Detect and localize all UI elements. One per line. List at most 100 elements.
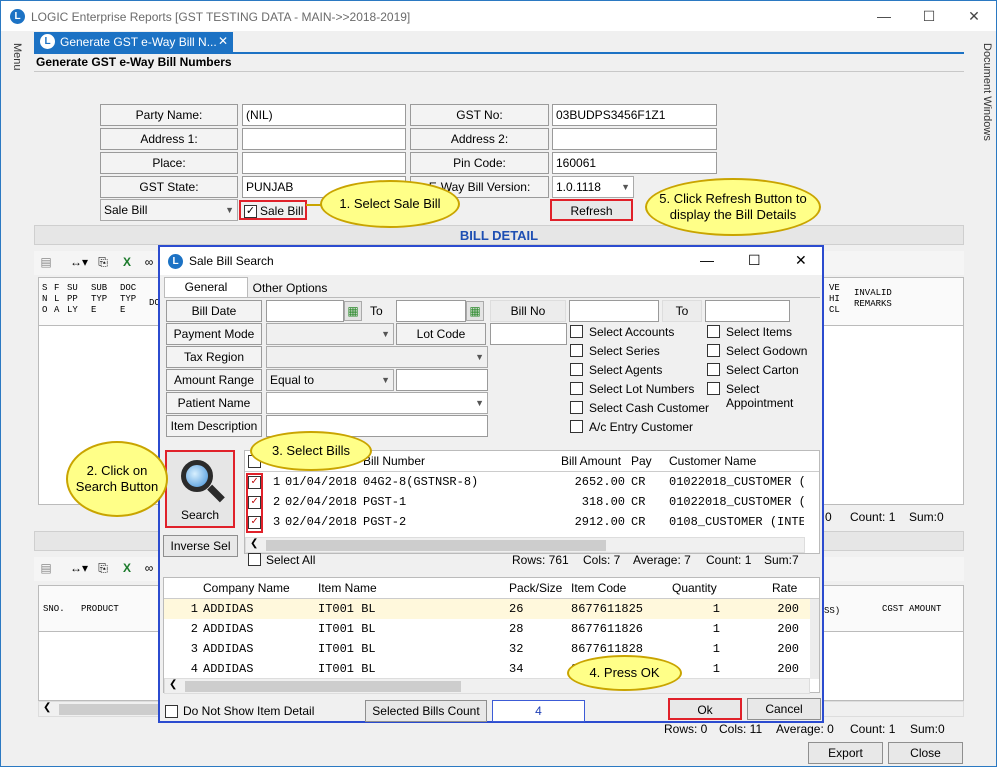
excel-icon[interactable]: X: [120, 255, 134, 269]
col-bill-amount[interactable]: Bill Amount: [561, 454, 621, 468]
cancel-button[interactable]: Cancel: [747, 698, 821, 720]
scroll-thumb[interactable]: [266, 540, 606, 551]
copy-icon[interactable]: ⎘: [96, 561, 110, 575]
col-item-code[interactable]: Item Code: [571, 581, 626, 595]
binoculars-icon[interactable]: ∞: [142, 255, 156, 269]
eway-version-select[interactable]: 1.0.1118 ▼: [552, 176, 634, 198]
col-ss[interactable]: SS): [824, 606, 840, 617]
column-width-icon[interactable]: ↔▾: [68, 561, 90, 575]
table-row[interactable]: 2 ADDIDAS IT001 BL 28 8677611826 1 200: [164, 619, 810, 639]
select-agents-checkbox[interactable]: [570, 363, 583, 376]
sale-bill-checkbox[interactable]: ✓: [244, 205, 257, 218]
table-row[interactable]: ✓ 2 02/04/2018 PGST-1 318.00 CR 01022018…: [245, 492, 819, 512]
scroll-left-icon[interactable]: ❮: [43, 702, 51, 713]
payment-mode-select[interactable]: ▼: [266, 323, 394, 345]
col-pack-size[interactable]: Pack/Size: [509, 581, 562, 595]
col-item-name[interactable]: Item Name: [318, 581, 377, 595]
bill-date-from[interactable]: [266, 300, 344, 322]
select-carton-checkbox[interactable]: [707, 363, 720, 376]
copy-icon[interactable]: ⎘: [96, 255, 110, 269]
search-button[interactable]: Search: [165, 450, 235, 528]
select-lot-numbers-checkbox[interactable]: [570, 382, 583, 395]
address1-field[interactable]: [242, 128, 406, 150]
col-cgst-amount[interactable]: CGST AMOUNT: [882, 604, 941, 615]
items-grid[interactable]: Company Name Item Name Pack/Size Item Co…: [163, 577, 820, 694]
col-vehicle[interactable]: VE HI CL: [829, 283, 840, 316]
lot-code-field[interactable]: [490, 323, 567, 345]
inverse-sel-button[interactable]: Inverse Sel: [163, 535, 238, 557]
tab-other-options[interactable]: Other Options: [251, 279, 329, 297]
close-button[interactable]: Close: [888, 742, 963, 764]
ac-entry-customer-checkbox[interactable]: [570, 420, 583, 433]
col-company-name[interactable]: Company Name: [203, 581, 290, 595]
col-fla[interactable]: F L A: [54, 283, 59, 316]
table-row[interactable]: 4 ADDIDAS IT001 BL 34 8677611830 1 200: [164, 659, 810, 679]
maximize-icon[interactable]: ☐: [919, 6, 939, 26]
scroll-left-icon[interactable]: ❮: [169, 679, 177, 690]
table-row[interactable]: ✓ 1 01/04/2018 04G2-8(GSTNSR-8) 2652.00 …: [245, 472, 819, 492]
scroll-left-icon[interactable]: ❮: [250, 538, 258, 549]
excel-icon[interactable]: X: [120, 561, 134, 575]
table-row[interactable]: ✓ 3 02/04/2018 PGST-2 2912.00 CR 0108_CU…: [245, 512, 819, 532]
column-width-icon[interactable]: ↔▾: [68, 255, 90, 269]
select-items-checkbox[interactable]: [707, 325, 720, 338]
select-godown-checkbox[interactable]: [707, 344, 720, 357]
select-cash-customer-checkbox[interactable]: [570, 401, 583, 414]
col-invalid-remarks[interactable]: INVALID REMARKS: [854, 288, 892, 310]
tab-generate-eway[interactable]: L Generate GST e-Way Bill N... ✕: [34, 32, 233, 52]
lot-code-label: Lot Code: [396, 323, 486, 345]
party-name-field[interactable]: (NIL): [242, 104, 406, 126]
select-series-checkbox[interactable]: [570, 344, 583, 357]
amount-range-field[interactable]: [396, 369, 488, 391]
col-supply[interactable]: SU PP LY: [67, 283, 78, 316]
col-sno[interactable]: SNO.: [43, 604, 65, 615]
ok-button[interactable]: Ok: [668, 698, 742, 720]
close-icon[interactable]: ✕: [964, 6, 984, 26]
col-product[interactable]: PRODUCT: [81, 604, 119, 615]
bill-no-to[interactable]: [705, 300, 790, 322]
binoculars-icon[interactable]: ∞: [142, 561, 156, 575]
items-hscroll[interactable]: ❮: [164, 678, 810, 694]
close-icon[interactable]: ✕: [795, 252, 807, 269]
select-appointment-checkbox[interactable]: [707, 382, 720, 395]
menu-side-label[interactable]: Menu: [5, 43, 23, 103]
tax-region-select[interactable]: ▼: [266, 346, 488, 368]
select-all-checkbox[interactable]: [248, 553, 261, 566]
col-bill-number[interactable]: Bill Number: [363, 454, 425, 468]
bill-no-from[interactable]: [569, 300, 659, 322]
address2-field[interactable]: [552, 128, 717, 150]
calendar-icon[interactable]: ▦: [344, 301, 362, 321]
place-field[interactable]: [242, 152, 406, 174]
sale-bill-checkbox-group[interactable]: ✓ Sale Bill: [239, 200, 307, 220]
col-rate[interactable]: Rate: [772, 581, 797, 595]
document-windows-side-label[interactable]: Document Windows: [975, 43, 993, 163]
amount-range-select[interactable]: Equal to ▼: [266, 369, 394, 391]
export-button[interactable]: Export: [808, 742, 883, 764]
col-quantity[interactable]: Quantity: [672, 581, 717, 595]
notepad-icon[interactable]: ▤: [39, 561, 53, 575]
items-vscroll[interactable]: [810, 599, 819, 679]
bill-date-to[interactable]: [396, 300, 466, 322]
refresh-button[interactable]: Refresh: [550, 199, 633, 221]
calendar-icon[interactable]: ▦: [466, 301, 484, 321]
dont-show-item-detail-checkbox[interactable]: [165, 705, 178, 718]
table-row[interactable]: 3 ADDIDAS IT001 BL 32 8677611828 1 200: [164, 639, 810, 659]
notepad-icon[interactable]: ▤: [39, 255, 53, 269]
col-pay[interactable]: Pay: [631, 454, 652, 468]
table-row[interactable]: 1 ADDIDAS IT001 BL 26 8677611825 1 200: [164, 599, 810, 619]
col-sno[interactable]: S N O: [42, 283, 47, 316]
maximize-icon[interactable]: ☐: [748, 252, 761, 269]
pin-code-field[interactable]: 160061: [552, 152, 717, 174]
patient-name-select[interactable]: ▼: [266, 392, 488, 414]
minimize-icon[interactable]: —: [874, 6, 894, 26]
col-doctype[interactable]: DOC TYP E: [120, 283, 136, 316]
select-accounts-checkbox[interactable]: [570, 325, 583, 338]
tab-close-icon[interactable]: ✕: [218, 34, 228, 48]
tab-general-options[interactable]: General Options: [164, 277, 248, 313]
bill-type-select[interactable]: Sale Bill ▼: [100, 199, 238, 221]
scroll-thumb[interactable]: [185, 681, 461, 692]
col-customer-name[interactable]: Customer Name: [669, 454, 756, 468]
col-subtype[interactable]: SUB TYP E: [91, 283, 107, 316]
gst-no-field[interactable]: 03BUDPS3456F1Z1: [552, 104, 717, 126]
minimize-icon[interactable]: —: [700, 252, 714, 268]
